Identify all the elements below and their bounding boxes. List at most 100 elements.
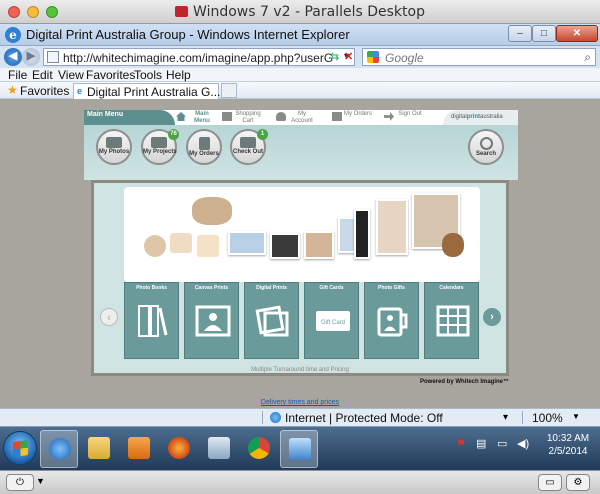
search-icon[interactable]: ⌕: [584, 50, 591, 65]
cart-count-badge: 1: [257, 129, 268, 140]
taskbar-remote-desktop[interactable]: [280, 430, 318, 468]
site-header: Main Menu Main Menu Shopping Cart My Acc…: [84, 110, 518, 125]
my-orders-button[interactable]: My Orders: [186, 129, 222, 165]
my-photos-button[interactable]: My Photos: [96, 129, 132, 165]
zoom-dropdown-icon[interactable]: ▼: [572, 412, 580, 421]
chrome-icon: [248, 437, 270, 459]
clock[interactable]: 10:32 AM 2/5/2014: [540, 432, 596, 458]
taskbar-app[interactable]: [200, 430, 238, 468]
power-icon[interactable]: ⏻: [6, 474, 34, 491]
device-icon[interactable]: ▤: [476, 437, 486, 450]
media-player-icon: [128, 437, 150, 459]
app-icon: [208, 437, 230, 459]
account-icon: [276, 112, 286, 121]
ie-logo-icon: e: [5, 27, 21, 43]
turnaround-note: Multiple Turnaround time and Pricing: [251, 367, 349, 373]
check-out-button[interactable]: Check Out 1: [230, 129, 268, 165]
zoom-level[interactable]: 100%: [532, 411, 563, 425]
home-icon: [176, 112, 186, 121]
security-zone-text[interactable]: Internet | Protected Mode: Off: [285, 411, 443, 425]
volume-icon[interactable]: ◀): [517, 437, 529, 450]
my-projects-button[interactable]: My Projects 76: [141, 129, 179, 165]
brand-prefix: digital: [451, 114, 467, 120]
sign-out-icon: [384, 112, 394, 121]
menu-file[interactable]: File: [8, 68, 27, 82]
category-gift-cards[interactable]: Gift Cards Gift Card: [304, 282, 359, 359]
menu-tools[interactable]: Tools: [134, 68, 162, 82]
status-bar: Internet | Protected Mode: Off ▾ 100% ▼: [0, 408, 600, 426]
favorites-bar: ★ Favorites e Digital Print Australia G.…: [0, 82, 600, 99]
start-button[interactable]: [3, 431, 37, 465]
brand-logo: digitalprintaustralia: [443, 110, 518, 125]
coherence-button[interactable]: ▭: [538, 474, 562, 491]
parallels-icon: [175, 6, 189, 17]
compat-icon[interactable]: ⇆: [330, 50, 339, 63]
minimize-button[interactable]: –: [508, 25, 532, 42]
search-box[interactable]: Google ⌕: [362, 48, 596, 66]
close-button[interactable]: ✕: [556, 25, 598, 42]
nav-sign-out[interactable]: Sign Out: [384, 110, 426, 125]
menu-edit[interactable]: Edit: [32, 68, 53, 82]
tab-title: Digital Print Australia G...: [87, 85, 221, 99]
parallels-window-title: Windows 7 v2 - Parallels Desktop: [193, 4, 425, 20]
nav-my-account[interactable]: My Account: [276, 110, 321, 125]
prints-icon: [255, 305, 289, 337]
taskbar-firefox[interactable]: [160, 430, 198, 468]
ie-icon: [49, 438, 71, 460]
power-dropdown-icon[interactable]: ▼: [36, 476, 45, 486]
settings-gear-icon[interactable]: ⚙: [566, 474, 590, 491]
cart-icon: [222, 112, 232, 121]
main-menu-label: Main Menu: [84, 110, 175, 125]
brand-bold: print: [466, 114, 481, 120]
new-tab-button[interactable]: [221, 83, 237, 98]
clock-time: 10:32 AM: [546, 433, 590, 444]
nav-main-menu[interactable]: Main Menu: [176, 110, 218, 125]
protected-mode-icon[interactable]: ▾: [503, 412, 508, 423]
nav-shopping-cart[interactable]: Shopping Cart: [222, 110, 267, 125]
network-icon[interactable]: ▭: [497, 437, 507, 450]
menu-favorites[interactable]: Favorites: [86, 68, 135, 82]
firefox-icon: [168, 437, 190, 459]
nav-my-orders[interactable]: My Orders: [332, 110, 374, 125]
search-icon: [479, 137, 493, 150]
gift-card-text: Gift Card: [321, 320, 345, 326]
menu-view[interactable]: View: [58, 68, 84, 82]
browser-tab[interactable]: e Digital Print Australia G...: [73, 83, 221, 99]
taskbar-media-player[interactable]: [120, 430, 158, 468]
gift-card-icon: Gift Card: [316, 311, 350, 331]
search-button[interactable]: Search: [468, 129, 504, 165]
page-icon: [47, 51, 59, 63]
windows-flag-icon: [13, 440, 28, 457]
forward-button[interactable]: ▶: [22, 48, 40, 66]
book-icon: [138, 305, 168, 337]
product-panel: ‹ › Photo Books Canvas Prints Digital Pr…: [91, 180, 509, 376]
favorites-button[interactable]: Favorites: [20, 84, 69, 98]
search-placeholder: Google: [385, 51, 424, 65]
stop-icon[interactable]: ✕: [344, 50, 353, 63]
star-icon[interactable]: ★: [7, 83, 18, 97]
delivery-link[interactable]: Delivery times and prices: [0, 399, 600, 406]
orders-icon: [332, 112, 342, 121]
address-bar[interactable]: http://whitechimagine.com/imagine/app.ph…: [43, 48, 355, 66]
category-canvas-prints[interactable]: Canvas Prints: [184, 282, 239, 359]
tab-ie-icon: e: [77, 86, 83, 96]
taskbar-ie[interactable]: [40, 430, 78, 468]
maximize-button[interactable]: □: [532, 25, 556, 42]
taskbar-chrome[interactable]: [240, 430, 278, 468]
clock-date: 2/5/2014: [548, 446, 588, 457]
back-button[interactable]: ◀: [4, 48, 22, 66]
quick-actions: My Photos My Projects 76 My Orders Check…: [84, 125, 518, 180]
next-arrow-button[interactable]: ›: [483, 308, 501, 326]
taskbar-explorer[interactable]: [80, 430, 118, 468]
calendar-icon: [436, 305, 470, 337]
category-photo-gifts[interactable]: Photo Gifts: [364, 282, 419, 359]
category-calendars[interactable]: Calendars: [424, 282, 479, 359]
product-banner-image: [124, 187, 480, 282]
prev-arrow-button[interactable]: ‹: [100, 308, 118, 326]
category-digital-prints[interactable]: Digital Prints: [244, 282, 299, 359]
powered-by-text: Powered by Whitech Imagine™: [420, 379, 510, 385]
menu-help[interactable]: Help: [166, 68, 191, 82]
category-photo-books[interactable]: Photo Books: [124, 282, 179, 359]
folder-icon: [88, 437, 110, 459]
action-center-icon[interactable]: ⚑: [456, 437, 466, 450]
